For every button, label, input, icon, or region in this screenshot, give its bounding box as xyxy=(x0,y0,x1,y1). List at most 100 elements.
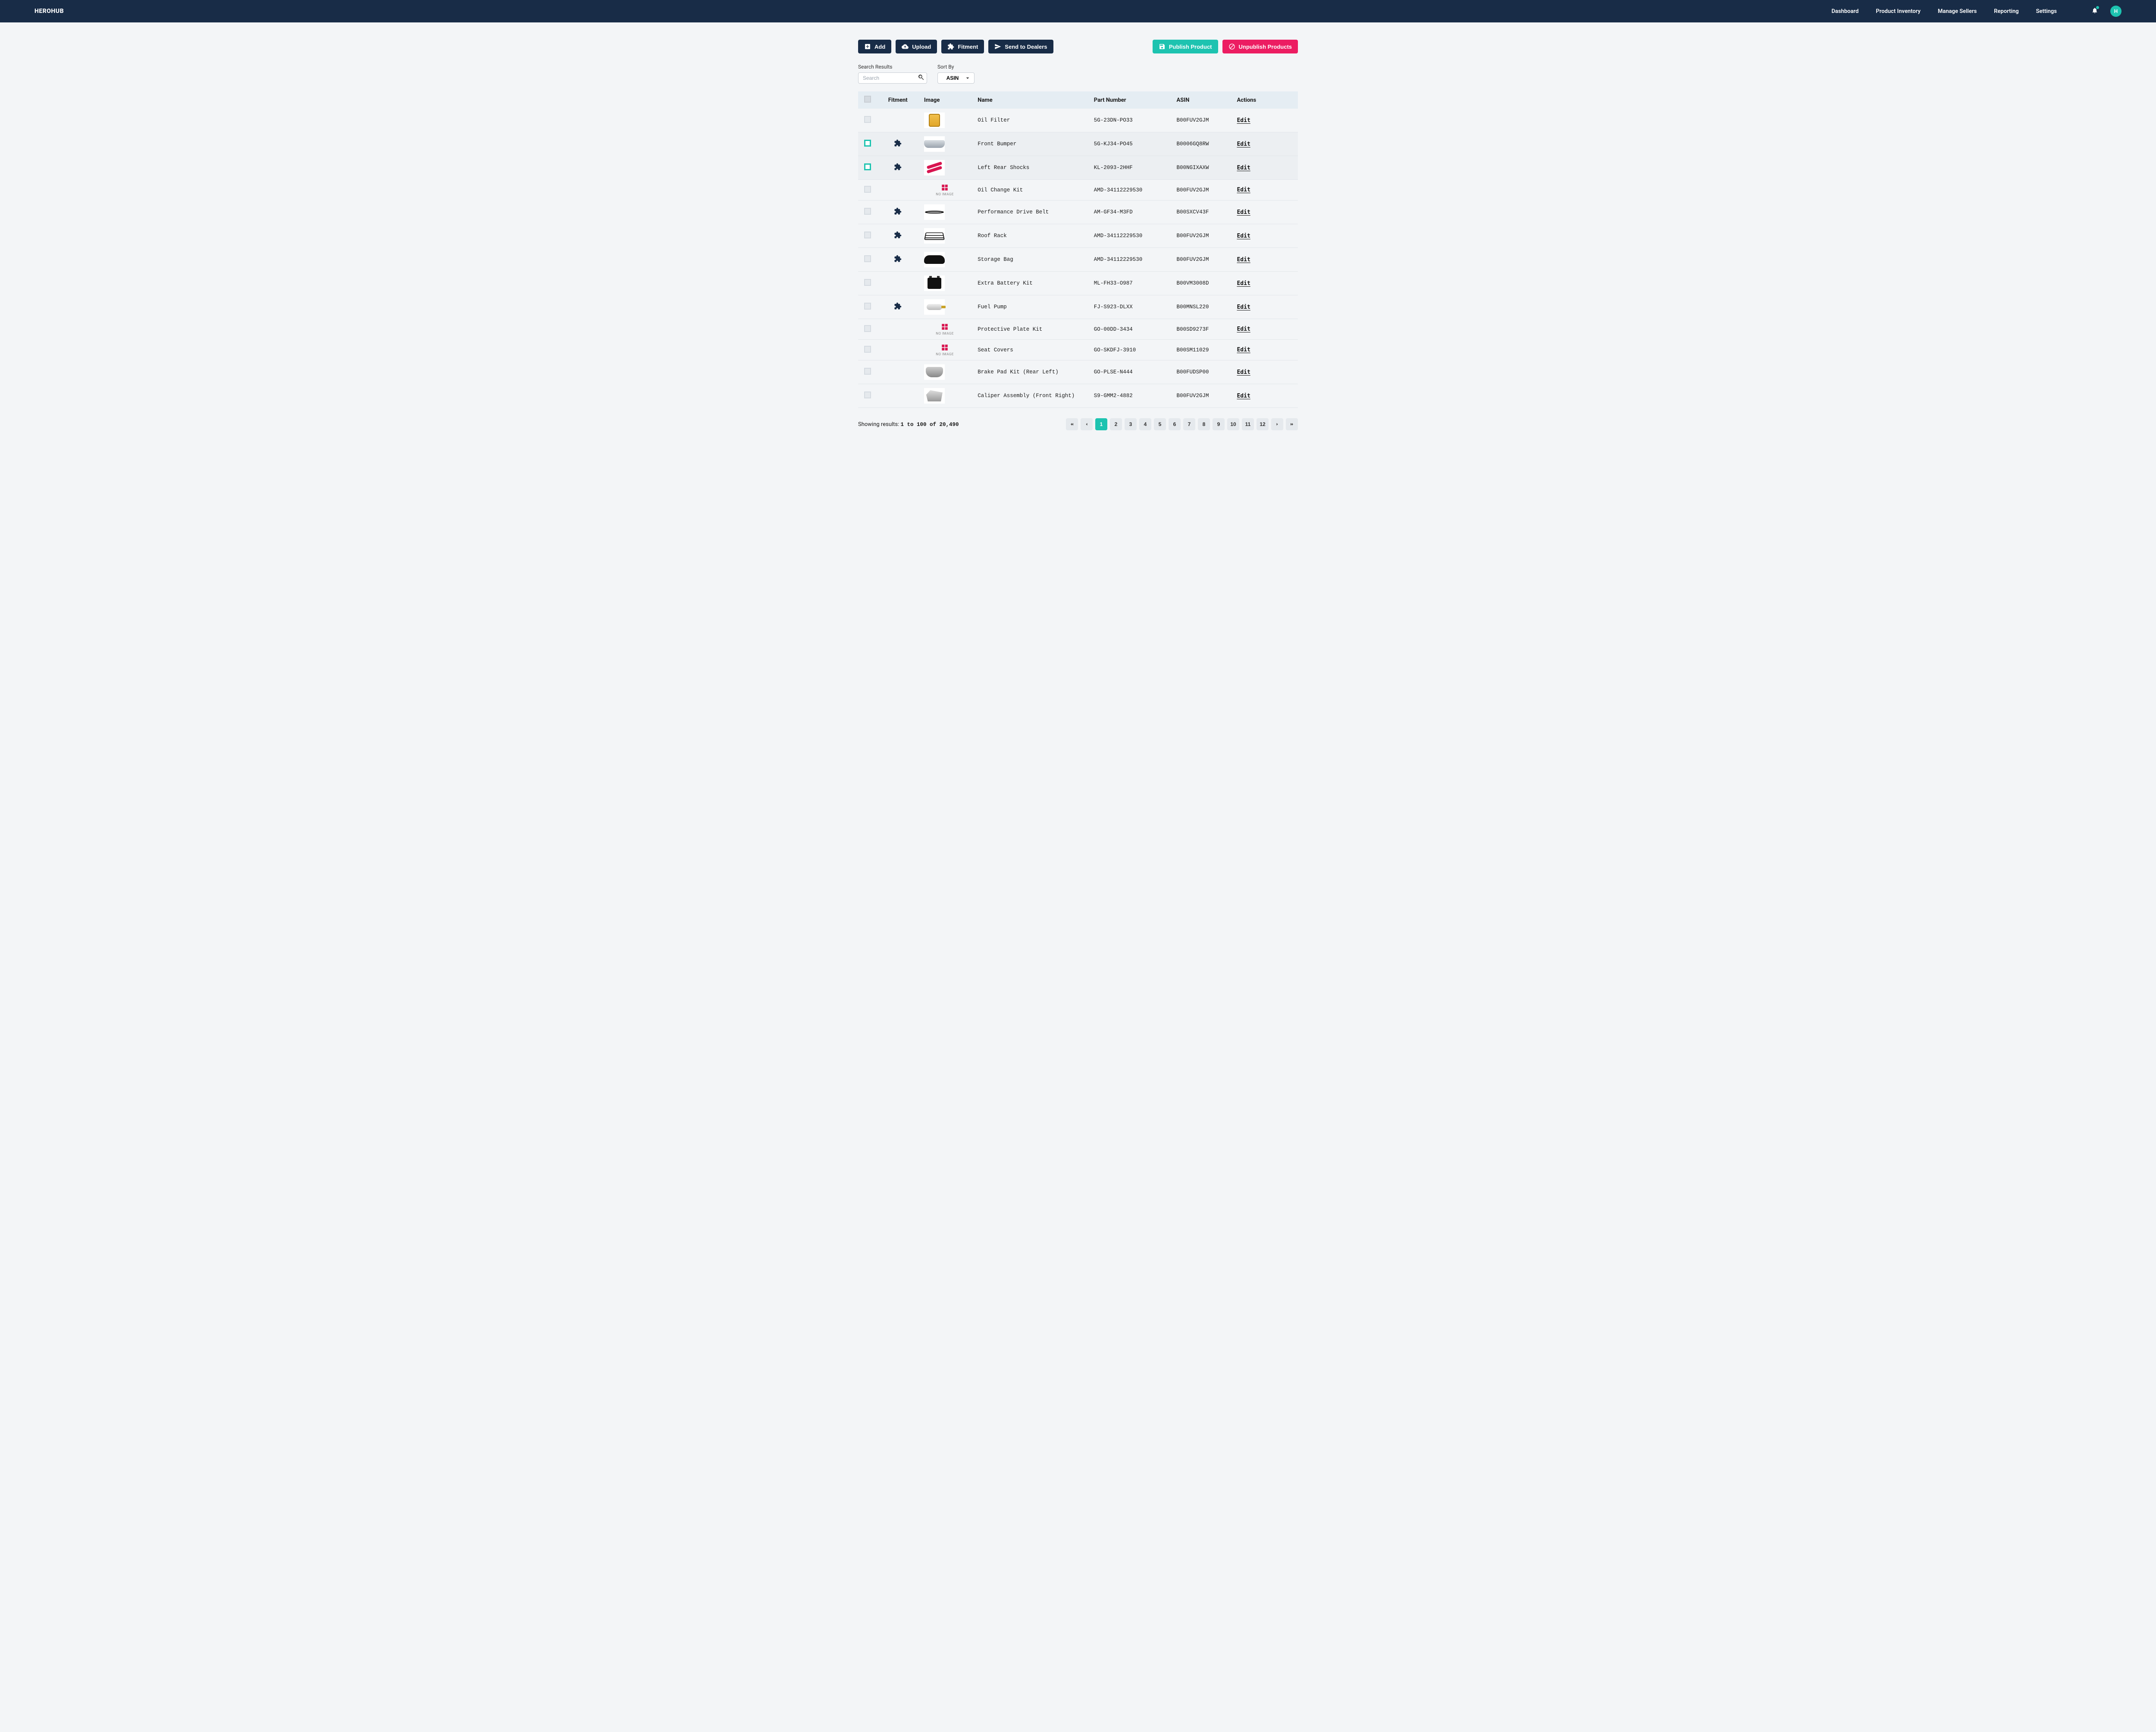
avatar[interactable]: H xyxy=(2110,6,2122,17)
cell-asin: B00FUV2GJM xyxy=(1171,180,1231,200)
edit-link[interactable]: Edit xyxy=(1237,257,1250,263)
col-image: Image xyxy=(918,91,971,109)
row-checkbox[interactable] xyxy=(864,325,871,332)
cell-part: AMD-34112229530 xyxy=(1088,248,1171,272)
cell-part: GO-00DD-3434 xyxy=(1088,319,1171,340)
results-summary: Showing results: 1 to 100 of 20,490 xyxy=(858,421,959,428)
table-footer: Showing results: 1 to 100 of 20,490 1234… xyxy=(858,418,1298,430)
send-button[interactable]: Send to Dealers xyxy=(988,40,1053,53)
product-thumbnail xyxy=(924,276,945,291)
content: Add Upload Fitment Send to Dealers Publi… xyxy=(858,22,1298,456)
cell-name: Storage Bag xyxy=(971,248,1088,272)
table-row: Performance Drive BeltAM-GF34-M3FDB00SXC… xyxy=(858,200,1298,224)
edit-link[interactable]: Edit xyxy=(1237,187,1250,193)
search-submit[interactable] xyxy=(918,74,924,82)
row-checkbox[interactable] xyxy=(864,232,871,238)
no-image-label: NO IMAGE xyxy=(936,352,954,356)
cell-name: Left Rear Shocks xyxy=(971,156,1088,180)
row-checkbox[interactable] xyxy=(864,255,871,262)
page-12[interactable]: 12 xyxy=(1257,418,1269,430)
row-checkbox[interactable] xyxy=(864,140,871,147)
row-checkbox[interactable] xyxy=(864,303,871,310)
cloud-upload-icon xyxy=(902,43,909,50)
page-4[interactable]: 4 xyxy=(1139,418,1151,430)
publish-label: Publish Product xyxy=(1169,44,1212,50)
page-first[interactable] xyxy=(1066,418,1078,430)
page-7[interactable]: 7 xyxy=(1183,418,1195,430)
nav-dashboard[interactable]: Dashboard xyxy=(1831,8,1858,15)
table-row: Storage BagAMD-34112229530B00FUV2GJMEdit xyxy=(858,248,1298,272)
no-image-label: NO IMAGE xyxy=(936,332,954,335)
notifications-button[interactable] xyxy=(2091,7,2098,16)
add-button[interactable]: Add xyxy=(858,40,891,53)
nav-settings[interactable]: Settings xyxy=(2036,8,2057,15)
page-9[interactable]: 9 xyxy=(1213,418,1225,430)
page-2[interactable]: 2 xyxy=(1110,418,1122,430)
edit-link[interactable]: Edit xyxy=(1237,280,1250,287)
edit-link[interactable]: Edit xyxy=(1237,304,1250,310)
row-checkbox[interactable] xyxy=(864,163,871,170)
table-row: Brake Pad Kit (Rear Left)GO-PLSE-N444B00… xyxy=(858,360,1298,384)
edit-link[interactable]: Edit xyxy=(1237,369,1250,376)
fitment-button[interactable]: Fitment xyxy=(941,40,984,53)
col-asin: ASIN xyxy=(1171,91,1231,109)
product-thumbnail xyxy=(924,364,945,380)
row-checkbox[interactable] xyxy=(864,368,871,375)
page-1[interactable]: 1 xyxy=(1095,418,1107,430)
no-image-placeholder: NO IMAGE xyxy=(924,323,965,335)
edit-link[interactable]: Edit xyxy=(1237,141,1250,147)
search-label: Search Results xyxy=(858,64,927,70)
sort-select[interactable]: ASIN xyxy=(937,72,975,84)
page-5[interactable]: 5 xyxy=(1154,418,1166,430)
add-icon xyxy=(864,43,871,50)
products-table: Fitment Image Name Part Number ASIN Acti… xyxy=(858,91,1298,408)
table-row: NO IMAGEOil Change KitAMD-34112229530B00… xyxy=(858,180,1298,200)
publish-button[interactable]: Publish Product xyxy=(1153,40,1218,53)
page-prev[interactable] xyxy=(1081,418,1093,430)
nav-inventory[interactable]: Product Inventory xyxy=(1876,8,1921,15)
cell-asin: B00FUDSP00 xyxy=(1171,360,1231,384)
edit-link[interactable]: Edit xyxy=(1237,117,1250,124)
page-last[interactable] xyxy=(1286,418,1298,430)
row-checkbox[interactable] xyxy=(864,116,871,123)
edit-link[interactable]: Edit xyxy=(1237,393,1250,399)
page-next[interactable] xyxy=(1271,418,1283,430)
page-6[interactable]: 6 xyxy=(1169,418,1181,430)
table-row: Roof RackAMD-34112229530B00FUV2GJMEdit xyxy=(858,224,1298,248)
nav-sellers[interactable]: Manage Sellers xyxy=(1938,8,1977,15)
search-input[interactable] xyxy=(858,72,927,84)
edit-link[interactable]: Edit xyxy=(1237,165,1250,171)
page-11[interactable]: 11 xyxy=(1242,418,1254,430)
cell-part: ML-FH33-O987 xyxy=(1088,272,1171,295)
nav-reporting[interactable]: Reporting xyxy=(1994,8,2018,15)
ban-icon xyxy=(1228,43,1235,50)
select-all-checkbox[interactable] xyxy=(864,96,871,103)
upload-button[interactable]: Upload xyxy=(896,40,937,53)
table-row: Fuel PumpFJ-S923-DLXXB00MNSL220Edit xyxy=(858,295,1298,319)
table-row: NO IMAGESeat CoversGO-SKDFJ-3910B00SM110… xyxy=(858,340,1298,360)
fitment-icon xyxy=(894,163,902,171)
row-checkbox[interactable] xyxy=(864,346,871,353)
page-10[interactable]: 10 xyxy=(1227,418,1239,430)
row-checkbox[interactable] xyxy=(864,208,871,215)
page-last-icon xyxy=(1289,422,1294,427)
search-icon xyxy=(918,74,924,81)
no-image-label: NO IMAGE xyxy=(936,192,954,196)
edit-link[interactable]: Edit xyxy=(1237,233,1250,239)
unpublish-button[interactable]: Unpublish Products xyxy=(1222,40,1298,53)
row-checkbox[interactable] xyxy=(864,392,871,398)
edit-link[interactable]: Edit xyxy=(1237,209,1250,216)
toolbar: Add Upload Fitment Send to Dealers Publi… xyxy=(858,40,1298,53)
row-checkbox[interactable] xyxy=(864,186,871,193)
page-3[interactable]: 3 xyxy=(1125,418,1137,430)
page-8[interactable]: 8 xyxy=(1198,418,1210,430)
sort-label: Sort By xyxy=(937,64,975,70)
fitment-icon xyxy=(894,139,902,147)
cell-part: 5G-23DN-PO33 xyxy=(1088,109,1171,132)
edit-link[interactable]: Edit xyxy=(1237,326,1250,332)
cell-asin: B00SM11029 xyxy=(1171,340,1231,360)
no-image-icon xyxy=(940,184,949,191)
product-thumbnail xyxy=(924,136,945,152)
row-checkbox[interactable] xyxy=(864,279,871,286)
edit-link[interactable]: Edit xyxy=(1237,347,1250,353)
